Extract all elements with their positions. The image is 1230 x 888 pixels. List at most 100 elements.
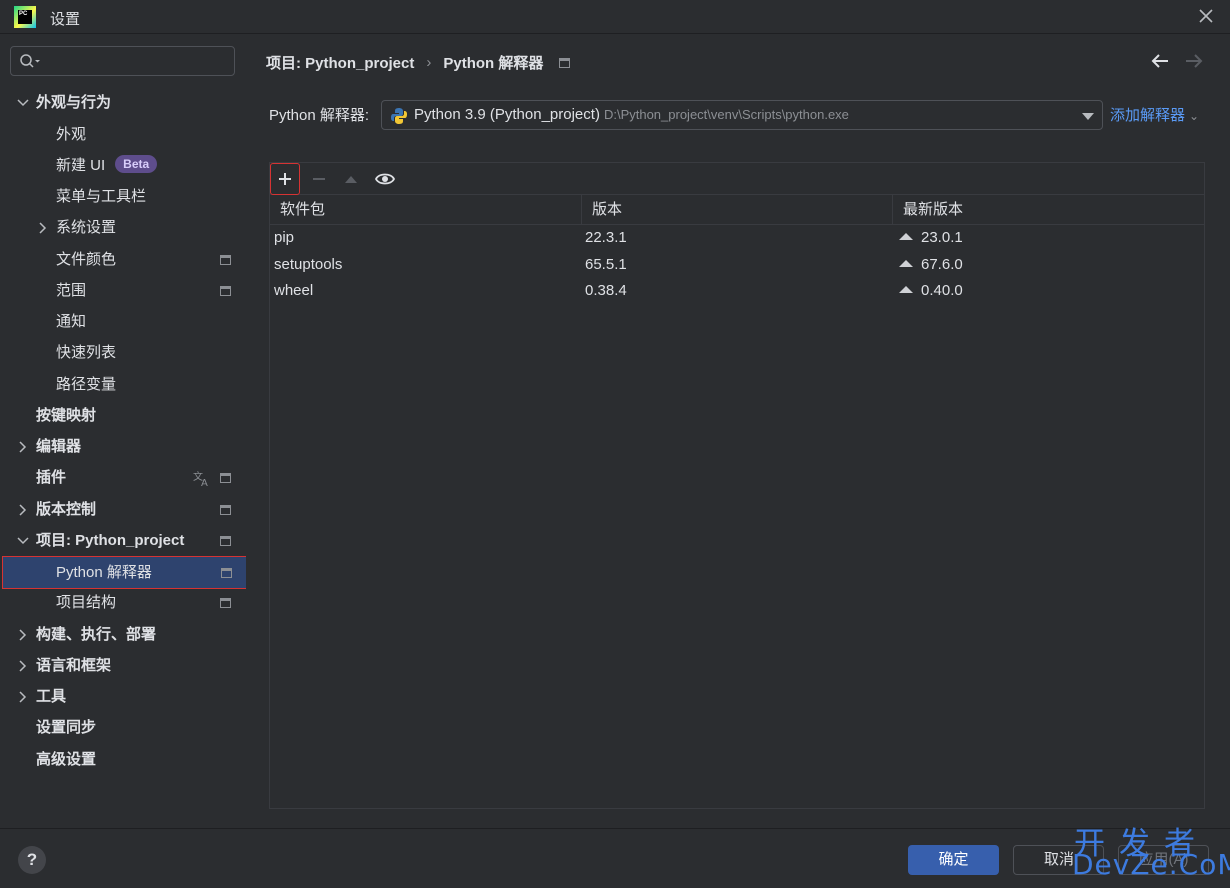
sidebar-item-path-variables[interactable]: 路径变量 bbox=[0, 370, 246, 400]
project-level-icon bbox=[559, 57, 571, 68]
sidebar-item-label: 项目: Python_project bbox=[36, 532, 185, 549]
column-header-version[interactable]: 版本 bbox=[582, 195, 893, 225]
project-level-icon bbox=[220, 505, 231, 515]
sidebar-item-appearance[interactable]: 外观 bbox=[0, 120, 246, 150]
sidebar-item-label: 插件 bbox=[36, 469, 67, 486]
sidebar-item-label: 范围 bbox=[56, 282, 87, 299]
show-early-releases-button[interactable] bbox=[370, 163, 400, 195]
sidebar-item-languages-frameworks[interactable]: 语言和框架 bbox=[0, 651, 246, 681]
sidebar-item-build-execution-deployment[interactable]: 构建、执行、部署 bbox=[0, 620, 246, 650]
sidebar-item-version-control[interactable]: 版本控制 bbox=[0, 495, 246, 525]
project-level-icon bbox=[220, 255, 231, 265]
packages-toolbar bbox=[270, 163, 1204, 195]
table-row[interactable]: pip 22.3.1 23.0.1 bbox=[270, 225, 1204, 252]
sidebar-item-new-ui[interactable]: 新建 UI Beta bbox=[0, 151, 246, 181]
sidebar-item-label: 工具 bbox=[36, 688, 67, 705]
settings-main-panel: 项目: Python_project › Python 解释器 Python 解… bbox=[246, 34, 1230, 828]
uninstall-package-button[interactable] bbox=[304, 163, 334, 195]
upgrade-package-button[interactable] bbox=[336, 163, 366, 195]
sidebar-item-menus-toolbars[interactable]: 菜单与工具栏 bbox=[0, 182, 246, 212]
sidebar-item-label: 编辑器 bbox=[36, 438, 82, 455]
sidebar-item-label: 外观 bbox=[56, 126, 87, 143]
search-icon bbox=[19, 53, 41, 72]
ok-button[interactable]: 确定 bbox=[908, 845, 999, 875]
project-level-icon bbox=[220, 286, 231, 296]
sidebar-item-label: Python 解释器 bbox=[56, 564, 152, 581]
sidebar-item-appearance-behavior[interactable]: 外观与行为 bbox=[0, 88, 246, 118]
upgrade-available-icon bbox=[899, 259, 913, 267]
interpreter-path: D:\Python_project\venv\Scripts\python.ex… bbox=[603, 107, 849, 122]
package-latest-version: 0.40.0 bbox=[921, 282, 963, 299]
column-header-latest-version[interactable]: 最新版本 bbox=[893, 195, 1204, 225]
sidebar-item-project[interactable]: 项目: Python_project bbox=[0, 526, 246, 556]
sidebar-item-file-colors[interactable]: 文件颜色 bbox=[0, 245, 246, 275]
package-version: 65.5.1 bbox=[585, 255, 627, 273]
chevron-right-icon bbox=[36, 213, 50, 243]
sidebar-item-label: 新建 UI bbox=[56, 157, 106, 174]
window-title: 设置 bbox=[50, 11, 81, 28]
sidebar-item-keymap[interactable]: 按键映射 bbox=[0, 401, 246, 431]
chevron-down-icon: ⌄ bbox=[1189, 109, 1200, 123]
dialog-footer: ? 确定 取消 应用(A) bbox=[0, 828, 1230, 888]
sidebar-item-editor[interactable]: 编辑器 bbox=[0, 432, 246, 462]
table-row[interactable]: setuptools 65.5.1 67.6.0 bbox=[270, 252, 1204, 279]
interpreter-label: Python 解释器: bbox=[269, 107, 370, 124]
package-latest-version: 23.0.1 bbox=[921, 229, 963, 246]
chevron-right-icon bbox=[16, 495, 30, 525]
project-level-icon bbox=[220, 598, 231, 608]
install-package-button[interactable] bbox=[270, 163, 300, 195]
sidebar-item-label: 项目结构 bbox=[56, 594, 117, 611]
sidebar-item-plugins[interactable]: 插件 文A bbox=[0, 463, 246, 493]
package-name: wheel bbox=[274, 282, 314, 299]
sidebar-item-system-settings[interactable]: 系统设置 bbox=[0, 213, 246, 243]
package-name: setuptools bbox=[274, 255, 343, 273]
breadcrumb-project[interactable]: 项目: Python_project bbox=[266, 52, 414, 73]
packages-table-header: 软件包 版本 最新版本 bbox=[270, 195, 1204, 225]
package-version: 0.38.4 bbox=[585, 282, 627, 299]
sidebar-item-advanced-settings[interactable]: 高级设置 bbox=[0, 745, 246, 775]
chevron-right-icon bbox=[16, 682, 30, 712]
settings-search-input[interactable] bbox=[10, 46, 235, 76]
breadcrumb-separator-icon: › bbox=[426, 54, 432, 71]
sidebar-item-python-interpreter[interactable]: Python 解释器 bbox=[2, 556, 247, 589]
minus-icon bbox=[313, 178, 325, 180]
packages-panel: 软件包 版本 最新版本 pip 22.3.1 23.0.1 setuptools… bbox=[269, 162, 1205, 809]
python-icon bbox=[390, 107, 408, 125]
add-interpreter-label: 添加解释器 bbox=[1110, 107, 1186, 124]
interpreter-select[interactable]: Python 3.9 (Python_project) D:\Python_pro… bbox=[381, 100, 1103, 130]
sidebar-item-tools[interactable]: 工具 bbox=[0, 682, 246, 712]
translate-icon: 文A bbox=[192, 463, 212, 499]
sidebar-item-notifications[interactable]: 通知 bbox=[0, 307, 246, 337]
sidebar-item-label: 语言和框架 bbox=[36, 657, 112, 674]
back-arrow-icon[interactable] bbox=[1150, 52, 1170, 73]
sidebar-item-label: 系统设置 bbox=[56, 219, 117, 236]
add-interpreter-link[interactable]: 添加解释器 ⌄ bbox=[1110, 104, 1199, 125]
dropdown-arrow-icon bbox=[1082, 113, 1094, 120]
sidebar-item-quick-lists[interactable]: 快速列表 bbox=[0, 338, 246, 368]
sidebar-item-scopes[interactable]: 范围 bbox=[0, 276, 246, 306]
table-row[interactable]: wheel 0.38.4 0.40.0 bbox=[270, 278, 1204, 305]
eye-icon bbox=[375, 173, 395, 185]
breadcrumb: 项目: Python_project › Python 解释器 bbox=[266, 52, 571, 73]
sidebar-item-label: 路径变量 bbox=[56, 376, 117, 393]
forward-arrow-icon[interactable] bbox=[1184, 52, 1204, 73]
close-icon[interactable] bbox=[1196, 6, 1216, 26]
column-header-package[interactable]: 软件包 bbox=[270, 195, 582, 225]
sidebar-item-settings-sync[interactable]: 设置同步 bbox=[0, 713, 246, 743]
sidebar-item-label: 菜单与工具栏 bbox=[56, 188, 147, 205]
help-button[interactable]: ? bbox=[18, 846, 46, 874]
sidebar-item-label: 通知 bbox=[56, 313, 87, 330]
packages-table-body: pip 22.3.1 23.0.1 setuptools 65.5.1 67.6… bbox=[270, 225, 1204, 305]
package-latest-version: 67.6.0 bbox=[921, 255, 963, 273]
project-level-icon bbox=[220, 473, 231, 483]
watermark-bottom-text: DevZe.CoM bbox=[1072, 848, 1230, 881]
sidebar-item-label: 按键映射 bbox=[36, 407, 97, 424]
chevron-down-icon bbox=[16, 526, 30, 556]
upgrade-available-icon bbox=[899, 286, 913, 293]
package-version: 22.3.1 bbox=[585, 229, 627, 246]
upgrade-available-icon bbox=[899, 233, 913, 240]
settings-sidebar: 外观与行为 外观 新建 UI Beta 菜单与工具栏 系统设置 文件颜色 范围 通… bbox=[0, 34, 247, 828]
plus-icon bbox=[279, 173, 291, 185]
sidebar-item-project-structure[interactable]: 项目结构 bbox=[0, 588, 246, 618]
upgrade-arrow-icon bbox=[345, 176, 357, 183]
